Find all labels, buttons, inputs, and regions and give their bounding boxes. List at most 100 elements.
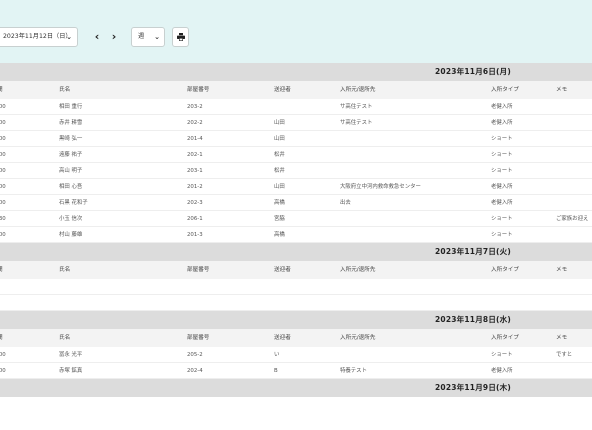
table-row[interactable]: :00 赤塚 鉱真 202-4 B 特養テスト 老健入所 — [0, 363, 592, 379]
column-header: 部屋番号 — [187, 335, 210, 341]
table-cell: 宮脇 — [274, 216, 285, 222]
day-header: 2023年11月9日(木) — [0, 379, 592, 397]
table-cell: 201-2 — [187, 184, 203, 190]
column-header: 部屋番号 — [187, 87, 210, 93]
table-cell: 松井 — [274, 168, 285, 174]
column-header: 氏名 — [59, 335, 71, 341]
column-header: 間 — [0, 261, 3, 279]
column-header: 入所元/退所先 — [340, 267, 376, 273]
table-cell: B — [274, 368, 278, 374]
print-button[interactable] — [172, 27, 189, 47]
column-header: 間 — [0, 81, 3, 99]
table-row[interactable]: :00 黒崎 弘一 201-4 山田 ショート — [0, 131, 592, 147]
table-cell: 石黒 花和子 — [59, 200, 88, 206]
table-row[interactable]: :00 高山 明子 203-1 松井 ショート — [0, 163, 592, 179]
column-header: 送迎者 — [274, 87, 291, 93]
table-row[interactable]: :00 石黒 花和子 202-3 高橋 出去 老健入所 — [0, 195, 592, 211]
table-cell: ですと — [556, 352, 573, 358]
table-cell: 202-4 — [187, 368, 203, 374]
view-select-value: 週 — [138, 33, 145, 40]
table-cell: :00 — [0, 352, 6, 358]
table-cell: 老健入所 — [491, 200, 513, 206]
column-header-row: 間 氏名 部屋番号 送迎者 入所元/退所先 入所タイプ メモ — [0, 81, 592, 99]
table-cell: 老健入所 — [491, 184, 513, 190]
day-title: 2023年11月6日(月) — [435, 67, 511, 76]
column-header: 入所タイプ — [491, 267, 519, 273]
table-cell: :00 — [0, 368, 6, 374]
column-header: 送迎者 — [274, 267, 291, 273]
table-cell: 高橋 — [274, 232, 285, 238]
chevron-down-icon: ⌄ — [66, 33, 72, 41]
table-row[interactable]: :30 小玉 信次 206-1 宮脇 ショート ご家族お迎え — [0, 211, 592, 227]
day-title: 2023年11月9日(木) — [435, 383, 511, 392]
table-cell: 201-4 — [187, 136, 203, 142]
table-cell: 203-2 — [187, 104, 203, 110]
table-cell: :00 — [0, 200, 6, 206]
table-cell: 遠藤 祐子 — [59, 152, 83, 158]
table-cell: 老健入所 — [491, 104, 513, 110]
day-header: 2023年11月6日(月) — [0, 63, 592, 81]
table-cell: 村山 藤雄 — [59, 232, 83, 238]
table-cell: ショート — [491, 168, 513, 174]
table-cell: 205-2 — [187, 352, 203, 358]
day-title: 2023年11月8日(水) — [435, 315, 511, 324]
table-cell: ショート — [491, 232, 513, 238]
date-select[interactable]: 2023年11月12日（日） ⌄ — [0, 27, 78, 47]
table-cell: :00 — [0, 104, 6, 110]
chevron-down-icon: ⌄ — [154, 33, 160, 41]
table-cell: :00 — [0, 152, 6, 158]
table-cell: ショート — [491, 352, 513, 358]
date-select-value: 2023年11月12日（日） — [3, 33, 72, 40]
table-cell: ショート — [491, 216, 513, 222]
table-row[interactable]: :00 冨永 光平 205-2 い ショート ですと — [0, 347, 592, 363]
table-cell: 冨永 光平 — [59, 352, 83, 358]
table-cell: :00 — [0, 184, 6, 190]
table-cell: 山田 — [274, 184, 285, 190]
column-header: メモ — [556, 267, 568, 273]
table-cell: :00 — [0, 168, 6, 174]
table-row[interactable]: :00 遠藤 祐子 202-1 松井 ショート — [0, 147, 592, 163]
table-cell: い — [274, 352, 280, 358]
table-cell: ご家族お迎え — [556, 216, 589, 222]
table-cell: 赤井 耕雪 — [59, 120, 83, 126]
table-cell: :30 — [0, 216, 6, 222]
column-header: 入所タイプ — [491, 87, 519, 93]
table-cell: ショート — [491, 136, 513, 142]
table-row[interactable]: :00 相田 重行 203-2 サ高住テスト 老健入所 — [0, 99, 592, 115]
table-cell: 203-1 — [187, 168, 203, 174]
column-header: 入所タイプ — [491, 335, 519, 341]
column-header: 間 — [0, 329, 3, 347]
table-cell: 松井 — [274, 152, 285, 158]
table-cell: サ高住テスト — [340, 104, 373, 110]
table-cell: 山田 — [274, 136, 285, 142]
column-header-row: 間 氏名 部屋番号 送迎者 入所元/退所先 入所タイプ メモ — [0, 329, 592, 347]
table-row[interactable]: :00 赤井 耕雪 202-2 山田 サ高住テスト 老健入所 — [0, 115, 592, 131]
column-header: 入所元/退所先 — [340, 335, 376, 341]
table-cell: 赤塚 鉱真 — [59, 368, 83, 374]
table-cell: :00 — [0, 136, 6, 142]
table-cell: 202-3 — [187, 200, 203, 206]
column-header: 送迎者 — [274, 335, 291, 341]
column-header-row: 間 氏名 部屋番号 送迎者 入所元/退所先 入所タイプ メモ — [0, 261, 592, 279]
table-cell: 山田 — [274, 120, 285, 126]
table-row[interactable]: :00 相田 心吾 201-2 山田 大阪府立中河内救命救急センター 老健入所 — [0, 179, 592, 195]
table-cell: 出去 — [340, 200, 351, 206]
table-cell: 老健入所 — [491, 120, 513, 126]
column-header: メモ — [556, 335, 568, 341]
table-cell: サ高住テスト — [340, 120, 373, 126]
column-header: 氏名 — [59, 87, 71, 93]
table-cell: 201-3 — [187, 232, 203, 238]
prev-week-button[interactable]: ‹ — [91, 27, 103, 47]
column-header: 部屋番号 — [187, 267, 210, 273]
table-row[interactable]: :00 村山 藤雄 201-3 高橋 ショート — [0, 227, 592, 243]
table-cell: 小玉 信次 — [59, 216, 83, 222]
day-title: 2023年11月7日(火) — [435, 247, 511, 256]
table-cell: 特養テスト — [340, 368, 367, 374]
table-cell: 老健入所 — [491, 368, 513, 374]
table-cell: 高橋 — [274, 200, 285, 206]
table-cell: :00 — [0, 232, 6, 238]
day-header: 2023年11月7日(火) — [0, 243, 592, 261]
view-select[interactable]: 週 ⌄ — [131, 27, 165, 47]
table-cell: 相田 心吾 — [59, 184, 83, 190]
next-week-button[interactable]: › — [108, 27, 120, 47]
